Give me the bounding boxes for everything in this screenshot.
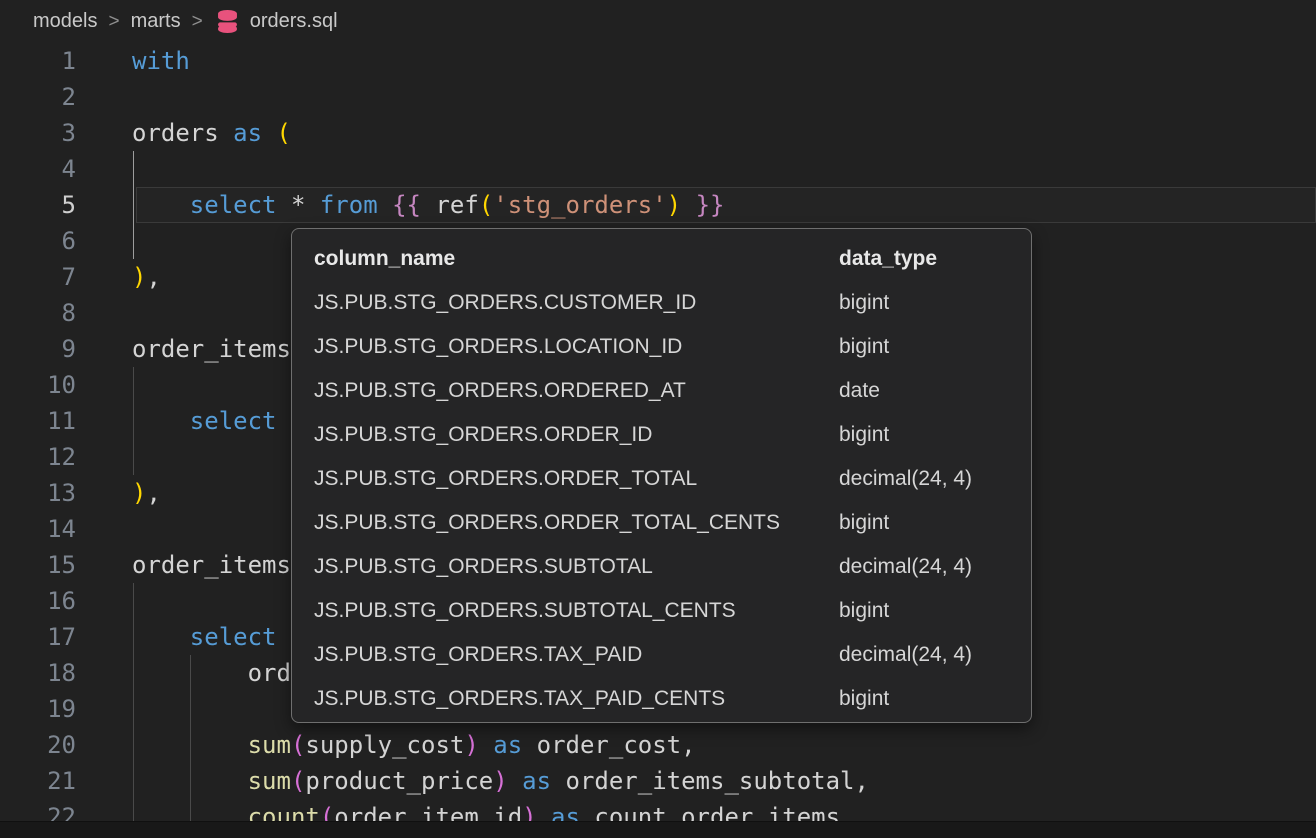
code-text: ord	[76, 655, 291, 691]
line-number[interactable]: 21	[0, 763, 76, 799]
column-name-cell: JS.PUB.STG_ORDERS.ORDER_ID	[292, 413, 839, 457]
code-text	[76, 151, 132, 187]
column-name-cell: JS.PUB.STG_ORDERS.SUBTOTAL_CENTS	[292, 589, 839, 633]
code-line[interactable]: 3orders as (	[0, 115, 1316, 151]
line-number[interactable]: 15	[0, 547, 76, 583]
column-name-cell: JS.PUB.STG_ORDERS.SUBTOTAL	[292, 545, 839, 589]
code-line[interactable]: 2	[0, 79, 1316, 115]
code-text: sum(product_price) as order_items_subtot…	[76, 763, 869, 799]
data-type-cell: date	[839, 369, 880, 413]
column-name-header: column_name	[292, 237, 839, 281]
code-text	[76, 223, 132, 259]
code-text: order_items	[76, 331, 291, 367]
column-metadata-popup: column_name data_type JS.PUB.STG_ORDERS.…	[291, 228, 1032, 723]
line-number[interactable]: 11	[0, 403, 76, 439]
popup-row: JS.PUB.STG_ORDERS.SUBTOTALdecimal(24, 4)	[292, 545, 1031, 589]
line-number[interactable]: 17	[0, 619, 76, 655]
line-number[interactable]: 8	[0, 295, 76, 331]
popup-header-row: column_name data_type	[292, 237, 1031, 281]
popup-rows: JS.PUB.STG_ORDERS.CUSTOMER_IDbigintJS.PU…	[292, 281, 1031, 721]
breadcrumb: models > marts > orders.sql	[0, 0, 1316, 43]
data-type-cell: bigint	[839, 281, 889, 325]
data-type-cell: decimal(24, 4)	[839, 545, 972, 589]
line-number[interactable]: 6	[0, 223, 76, 259]
column-name-cell: JS.PUB.STG_ORDERS.ORDERED_AT	[292, 369, 839, 413]
code-text: sum(supply_cost) as order_cost,	[76, 727, 696, 763]
line-number[interactable]: 13	[0, 475, 76, 511]
data-type-header: data_type	[839, 237, 937, 281]
code-editor-window: { "breadcrumb": { "items": ["models", "m…	[0, 0, 1316, 838]
database-icon	[214, 8, 241, 35]
column-name-cell: JS.PUB.STG_ORDERS.LOCATION_ID	[292, 325, 839, 369]
code-text	[76, 691, 132, 727]
data-type-cell: bigint	[839, 325, 889, 369]
code-line[interactable]: 21 sum(product_price) as order_items_sub…	[0, 763, 1316, 799]
line-number[interactable]: 18	[0, 655, 76, 691]
code-text	[76, 367, 132, 403]
code-text	[76, 583, 132, 619]
data-type-cell: bigint	[839, 413, 889, 457]
code-text	[76, 439, 132, 475]
line-number[interactable]: 12	[0, 439, 76, 475]
code-line[interactable]: 1with	[0, 43, 1316, 79]
popup-row: JS.PUB.STG_ORDERS.CUSTOMER_IDbigint	[292, 281, 1031, 325]
breadcrumb-item-filename[interactable]: orders.sql	[250, 10, 338, 33]
line-number[interactable]: 4	[0, 151, 76, 187]
breadcrumb-separator-icon: >	[108, 11, 119, 33]
popup-row: JS.PUB.STG_ORDERS.ORDERED_ATdate	[292, 369, 1031, 413]
breadcrumb-separator-icon: >	[192, 11, 203, 33]
code-text: ),	[76, 475, 161, 511]
line-number[interactable]: 14	[0, 511, 76, 547]
line-number[interactable]: 9	[0, 331, 76, 367]
line-number[interactable]: 7	[0, 259, 76, 295]
data-type-cell: decimal(24, 4)	[839, 633, 972, 677]
popup-row: JS.PUB.STG_ORDERS.ORDER_TOTAL_CENTSbigin…	[292, 501, 1031, 545]
code-text	[76, 295, 132, 331]
column-name-cell: JS.PUB.STG_ORDERS.TAX_PAID	[292, 633, 839, 677]
line-number[interactable]: 3	[0, 115, 76, 151]
code-text: with	[76, 43, 190, 79]
code-text: ),	[76, 259, 161, 295]
code-text: orders as (	[76, 115, 291, 151]
popup-row: JS.PUB.STG_ORDERS.LOCATION_IDbigint	[292, 325, 1031, 369]
data-type-cell: bigint	[839, 589, 889, 633]
line-number[interactable]: 10	[0, 367, 76, 403]
code-line[interactable]: 5 select * from {{ ref('stg_orders') }}	[0, 187, 1316, 223]
popup-row: JS.PUB.STG_ORDERS.ORDER_IDbigint	[292, 413, 1031, 457]
data-type-cell: decimal(24, 4)	[839, 457, 972, 501]
code-text: select	[76, 619, 277, 655]
line-number[interactable]: 19	[0, 691, 76, 727]
code-line[interactable]: 20 sum(supply_cost) as order_cost,	[0, 727, 1316, 763]
popup-row: JS.PUB.STG_ORDERS.TAX_PAID_CENTSbigint	[292, 677, 1031, 721]
line-number[interactable]: 5	[0, 187, 76, 223]
column-name-cell: JS.PUB.STG_ORDERS.TAX_PAID_CENTS	[292, 677, 839, 721]
data-type-cell: bigint	[839, 501, 889, 545]
line-number[interactable]: 16	[0, 583, 76, 619]
code-text	[76, 511, 132, 547]
popup-row: JS.PUB.STG_ORDERS.SUBTOTAL_CENTSbigint	[292, 589, 1031, 633]
line-number[interactable]: 20	[0, 727, 76, 763]
breadcrumb-item-marts[interactable]: marts	[131, 10, 181, 33]
code-text: select * from {{ ref('stg_orders') }}	[76, 187, 724, 223]
code-line[interactable]: 4	[0, 151, 1316, 187]
column-name-cell: JS.PUB.STG_ORDERS.CUSTOMER_ID	[292, 281, 839, 325]
breadcrumb-item-models[interactable]: models	[33, 10, 97, 33]
column-name-cell: JS.PUB.STG_ORDERS.ORDER_TOTAL_CENTS	[292, 501, 839, 545]
line-number[interactable]: 2	[0, 79, 76, 115]
data-type-cell: bigint	[839, 677, 889, 721]
code-text	[76, 79, 132, 115]
bottom-panel-edge	[0, 821, 1316, 838]
code-text: order_items	[76, 547, 291, 583]
line-number[interactable]: 1	[0, 43, 76, 79]
column-name-cell: JS.PUB.STG_ORDERS.ORDER_TOTAL	[292, 457, 839, 501]
code-text: select	[76, 403, 277, 439]
popup-row: JS.PUB.STG_ORDERS.ORDER_TOTALdecimal(24,…	[292, 457, 1031, 501]
popup-row: JS.PUB.STG_ORDERS.TAX_PAIDdecimal(24, 4)	[292, 633, 1031, 677]
